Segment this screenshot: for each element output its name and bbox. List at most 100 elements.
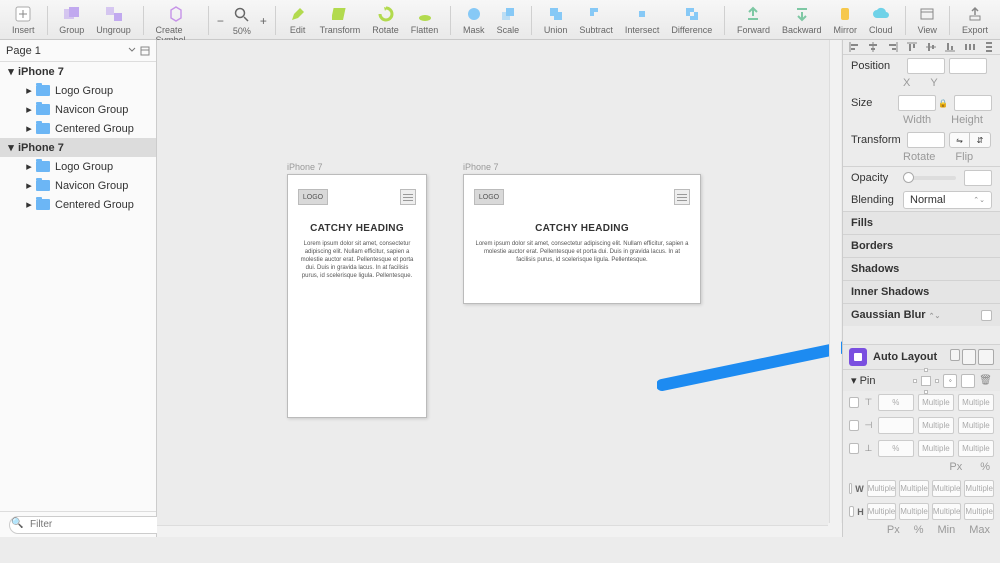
forward-button[interactable]: Forward — [731, 2, 776, 37]
layer-row[interactable]: ▸Centered Group — [0, 119, 156, 138]
w-check[interactable] — [849, 483, 852, 494]
disclose-icon[interactable]: ▾ — [6, 67, 16, 77]
mask-button[interactable]: Mask — [457, 2, 491, 37]
align-bottom-icon[interactable] — [943, 40, 957, 54]
search-icon: 🔍 — [11, 518, 23, 529]
zoom-in-button[interactable]: + — [260, 14, 267, 28]
opacity-label: Opacity — [851, 172, 903, 184]
export-button[interactable]: Export — [956, 2, 994, 37]
auto-layout-icon — [849, 348, 867, 366]
scrollbar-horizontal[interactable] — [157, 525, 828, 537]
pin-top-check[interactable] — [849, 397, 859, 408]
inspector: Position XY Size🔒 WidthHeight Transform⇋… — [843, 40, 1000, 537]
pin-left-check[interactable] — [849, 420, 859, 431]
pin-bottom-check[interactable] — [849, 443, 859, 454]
h-check[interactable] — [849, 506, 854, 517]
lock-icon[interactable]: 🔒 — [938, 99, 948, 108]
inner-shadows-section[interactable]: Inner Shadows — [843, 280, 1000, 303]
pages-dropdown[interactable]: Page 1 — [0, 40, 156, 62]
disclose-icon[interactable]: ▸ — [24, 86, 34, 96]
align-left-icon[interactable] — [847, 40, 861, 54]
pin-top-pct[interactable]: % — [878, 394, 914, 411]
edit-button[interactable]: Edit — [282, 2, 314, 37]
union-button[interactable]: Union — [538, 2, 574, 37]
align-right-icon[interactable] — [886, 40, 900, 54]
group-button[interactable]: Group — [53, 2, 90, 37]
device-watch-icon[interactable] — [950, 349, 960, 361]
opacity-field[interactable] — [964, 170, 992, 186]
device-presets[interactable] — [950, 349, 994, 365]
flip-v-icon[interactable]: ⇵ — [970, 133, 990, 147]
pin-gear-button[interactable] — [961, 374, 975, 388]
align-hcenter-icon[interactable] — [866, 40, 880, 54]
difference-button[interactable]: Difference — [665, 2, 718, 37]
shadows-section[interactable]: Shadows — [843, 257, 1000, 280]
canvas[interactable]: iPhone 7 LOGO CATCHY HEADING Lorem ipsum… — [157, 40, 843, 537]
distribute-v-icon[interactable] — [982, 40, 996, 54]
scrollbar-vertical[interactable] — [829, 40, 841, 523]
layer-row[interactable]: ▸Centered Group — [0, 195, 156, 214]
annotation-arrow — [657, 320, 843, 395]
distribute-h-icon[interactable] — [963, 40, 977, 54]
transform-label: Transform — [851, 134, 903, 146]
artboard-row[interactable]: ▾iPhone 7 — [0, 62, 156, 81]
pin-top-icon: ⊤ — [863, 397, 874, 408]
ungroup-button[interactable]: Ungroup — [90, 2, 137, 37]
artboard-label[interactable]: iPhone 7 — [287, 162, 427, 172]
align-vcenter-icon[interactable] — [924, 40, 938, 54]
device-phone-icon[interactable] — [962, 349, 976, 365]
flip-h-icon[interactable]: ⇋ — [950, 133, 970, 147]
zoom-button[interactable]: 50% — [226, 3, 258, 38]
magnify-icon — [232, 5, 252, 25]
layer-tree[interactable]: ▾iPhone 7 ▸Logo Group ▸Navicon Group ▸Ce… — [0, 62, 156, 511]
scale-button[interactable]: Scale — [491, 2, 526, 37]
layer-row[interactable]: ▸Navicon Group — [0, 100, 156, 119]
artboard[interactable]: iPhone 7 LOGO CATCHY HEADING Lorem ipsum… — [463, 162, 701, 304]
fills-section[interactable]: Fills — [843, 211, 1000, 234]
gblur-checkbox[interactable] — [981, 310, 992, 321]
position-y-field[interactable] — [949, 58, 987, 74]
layer-row[interactable]: ▸Logo Group — [0, 81, 156, 100]
ungroup-label: Ungroup — [96, 25, 131, 35]
intersect-button[interactable]: Intersect — [619, 2, 666, 37]
pin-top-val[interactable]: Multiple — [958, 394, 994, 411]
artboard[interactable]: iPhone 7 LOGO CATCHY HEADING Lorem ipsum… — [287, 162, 427, 418]
pin-top-px[interactable]: Multiple — [918, 394, 954, 411]
alignment-controls[interactable] — [843, 40, 1000, 55]
cloud-button[interactable]: Cloud — [863, 2, 899, 37]
rotate-button[interactable]: Rotate — [366, 2, 405, 37]
artboard-label[interactable]: iPhone 7 — [463, 162, 701, 172]
layer-row[interactable]: ▸Navicon Group — [0, 176, 156, 195]
trash-icon[interactable]: 🗑 — [979, 375, 992, 386]
height-field[interactable] — [954, 95, 992, 111]
pin-center-button[interactable]: ◦ — [943, 374, 957, 388]
flip-segment[interactable]: ⇋⇵ — [949, 132, 991, 148]
blending-select[interactable]: Normal⌃⌄ — [903, 191, 992, 209]
filter-input[interactable] — [9, 516, 181, 534]
view-button[interactable]: View — [911, 2, 943, 37]
page-label: Page 1 — [6, 45, 41, 57]
device-tablet-icon[interactable] — [978, 349, 994, 365]
borders-section[interactable]: Borders — [843, 234, 1000, 257]
width-field[interactable] — [898, 95, 936, 111]
insert-button[interactable]: Insert — [6, 2, 41, 37]
insert-label: Insert — [12, 25, 35, 35]
pages-panel-icon[interactable] — [140, 46, 150, 56]
opacity-slider[interactable] — [903, 176, 956, 180]
artboard-row[interactable]: ▾iPhone 7 — [0, 138, 156, 157]
position-x-field[interactable] — [907, 58, 945, 74]
flatten-button[interactable]: Flatten — [405, 2, 445, 37]
pin-dial[interactable] — [913, 368, 939, 394]
layer-row[interactable]: ▸Logo Group — [0, 157, 156, 176]
backward-button[interactable]: Backward — [776, 2, 828, 37]
align-top-icon[interactable] — [905, 40, 919, 54]
chevron-updown-icon[interactable]: ⌃⌄ — [929, 313, 941, 320]
subtract-button[interactable]: Subtract — [573, 2, 619, 37]
transform-button[interactable]: Transform — [314, 2, 367, 37]
gaussian-blur-section[interactable]: Gaussian Blur ⌃⌄ — [843, 303, 1000, 326]
mirror-button[interactable]: Mirror — [828, 2, 864, 37]
rotate-field[interactable] — [907, 132, 945, 148]
zoom-out-button[interactable]: − — [217, 14, 224, 28]
toolbar: Insert Group Ungroup Create Symbol − 50%… — [0, 0, 1000, 40]
size-label: Size — [851, 97, 894, 109]
